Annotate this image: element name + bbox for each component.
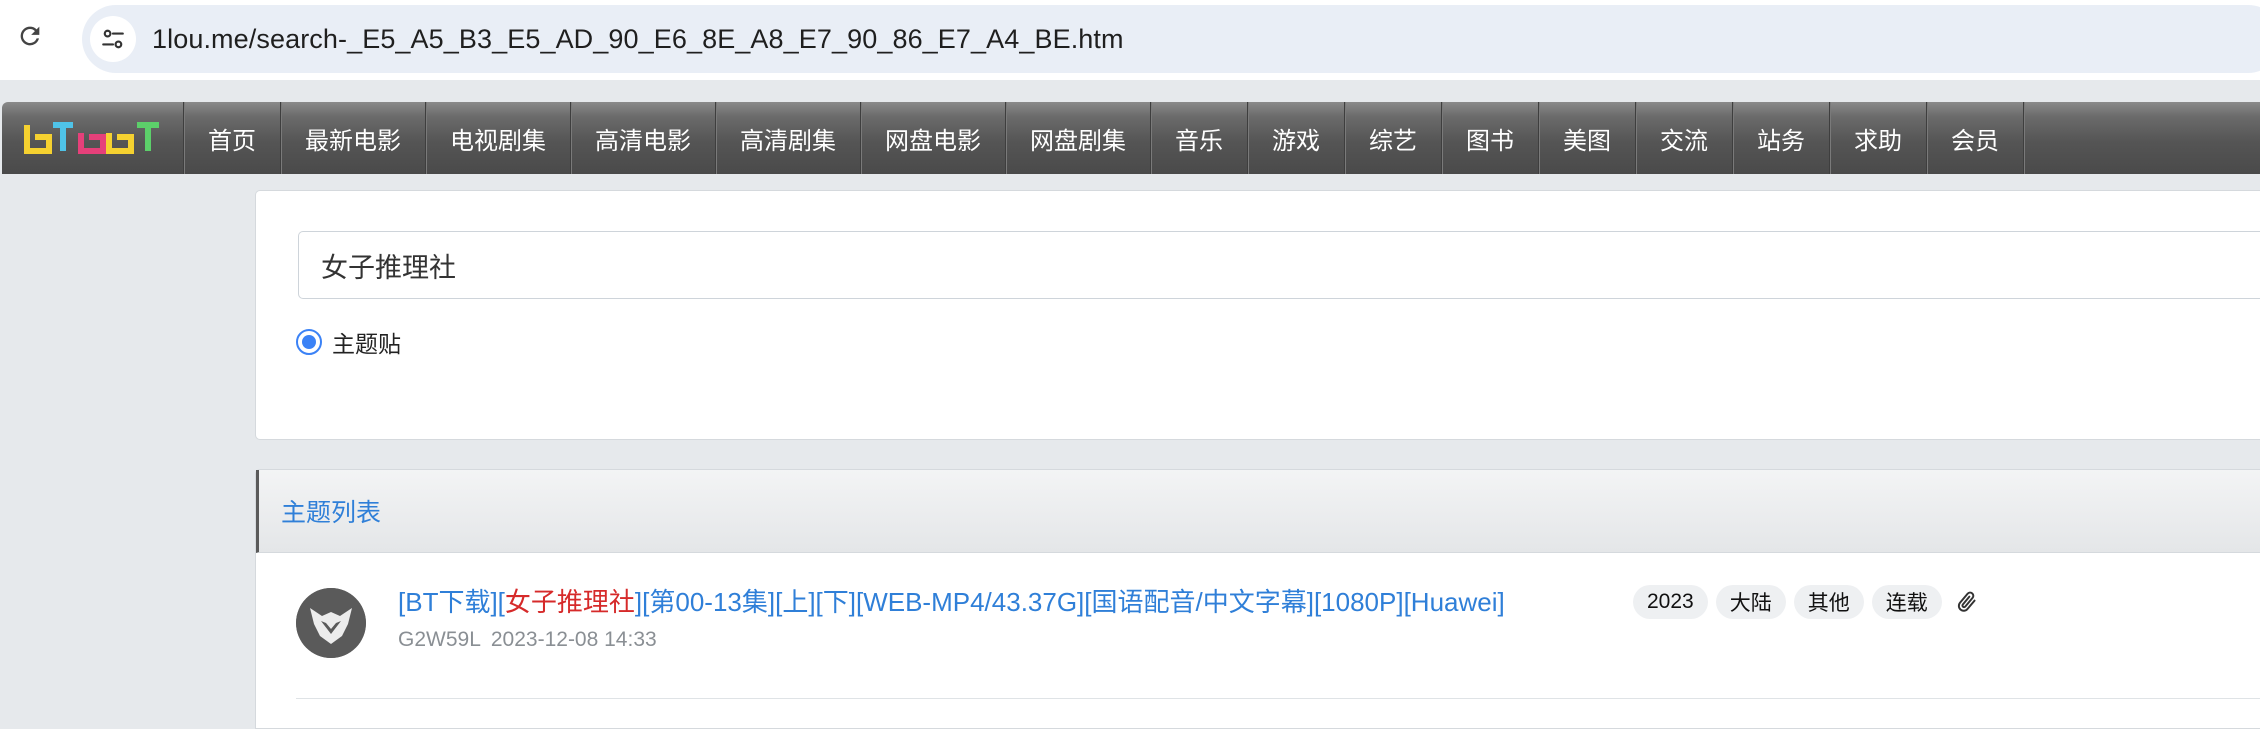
thread-title-link[interactable]: [BT下载][女子推理社][第00-13集][上][下][WEB-MP4/43.… xyxy=(398,584,1505,620)
btbbt-logo-icon xyxy=(23,122,159,154)
tag-status[interactable]: 连载 xyxy=(1871,585,1942,619)
thread-tags: 2023 大陆 其他 连载 xyxy=(1633,585,1980,619)
nav-help[interactable]: 求助 xyxy=(1830,102,1927,174)
url-text[interactable]: 1lou.me/search-_E5_A5_B3_E5_AD_90_E6_8E_… xyxy=(152,24,1124,55)
site-info-button[interactable] xyxy=(90,16,136,62)
thread-list-header: 主题列表 xyxy=(256,470,2260,553)
nav-books[interactable]: 图书 xyxy=(1442,102,1539,174)
nav-member[interactable]: 会员 xyxy=(1927,102,2024,174)
user-avatar-icon xyxy=(296,588,366,658)
nav-music[interactable]: 音乐 xyxy=(1151,102,1248,174)
radio-checked-dot xyxy=(302,335,316,349)
browser-toolbar: 1lou.me/search-_E5_A5_B3_E5_AD_90_E6_8E_… xyxy=(0,0,2260,80)
site-logo[interactable] xyxy=(2,102,184,174)
thread-list-title[interactable]: 主题列表 xyxy=(281,493,381,529)
nav-cloud-movies[interactable]: 网盘电影 xyxy=(861,102,1006,174)
nav-hd-series[interactable]: 高清剧集 xyxy=(716,102,861,174)
search-panel: 女子推理社 主题贴 xyxy=(255,190,2260,440)
nav-site-affairs[interactable]: 站务 xyxy=(1733,102,1830,174)
nav-games[interactable]: 游戏 xyxy=(1248,102,1345,174)
address-bar[interactable]: 1lou.me/search-_E5_A5_B3_E5_AD_90_E6_8E_… xyxy=(82,5,2260,73)
nav-cloud-series[interactable]: 网盘剧集 xyxy=(1006,102,1151,174)
thread-row: [BT下载][女子推理社][第00-13集][上][下][WEB-MP4/43.… xyxy=(296,584,2260,699)
nav-tv-series[interactable]: 电视剧集 xyxy=(426,102,571,174)
thread-title-highlight: 女子推理社 xyxy=(504,587,635,617)
search-scope-option[interactable]: 主题贴 xyxy=(296,325,401,359)
thread-radio[interactable] xyxy=(296,329,322,355)
tag-year[interactable]: 2023 xyxy=(1633,585,1708,619)
nav-home[interactable]: 首页 xyxy=(184,102,281,174)
thread-author[interactable]: G2W59L xyxy=(398,628,481,651)
thread-meta: G2W59L 2023-12-08 14:33 xyxy=(398,628,657,652)
reload-button[interactable] xyxy=(10,16,50,56)
paperclip-icon xyxy=(1954,589,1980,615)
search-input[interactable]: 女子推理社 xyxy=(298,231,2260,299)
thread-title-suffix: ][第00-13集][上][下][WEB-MP4/43.37G][国语配音/中文… xyxy=(634,587,1505,617)
nav-latest-movies[interactable]: 最新电影 xyxy=(281,102,426,174)
site-nav: 首页 最新电影 电视剧集 高清电影 高清剧集 网盘电影 网盘剧集 音乐 游戏 综… xyxy=(2,102,2260,174)
nav-pictures[interactable]: 美图 xyxy=(1539,102,1636,174)
tune-icon xyxy=(102,29,124,49)
thread-title-prefix: [BT下载][ xyxy=(398,587,505,617)
radio-label: 主题贴 xyxy=(332,331,401,357)
nav-discussion[interactable]: 交流 xyxy=(1636,102,1733,174)
avatar[interactable] xyxy=(296,588,366,658)
thread-date: 2023-12-08 14:33 xyxy=(490,628,657,651)
tag-genre[interactable]: 其他 xyxy=(1793,585,1864,619)
tag-region[interactable]: 大陆 xyxy=(1715,585,1786,619)
reload-icon xyxy=(20,26,40,46)
nav-variety[interactable]: 综艺 xyxy=(1345,102,1442,174)
nav-hd-movies[interactable]: 高清电影 xyxy=(571,102,716,174)
thread-list-panel: 主题列表 [BT下载][女子推理社][第00-13集][上][下][WEB-MP… xyxy=(255,469,2260,729)
